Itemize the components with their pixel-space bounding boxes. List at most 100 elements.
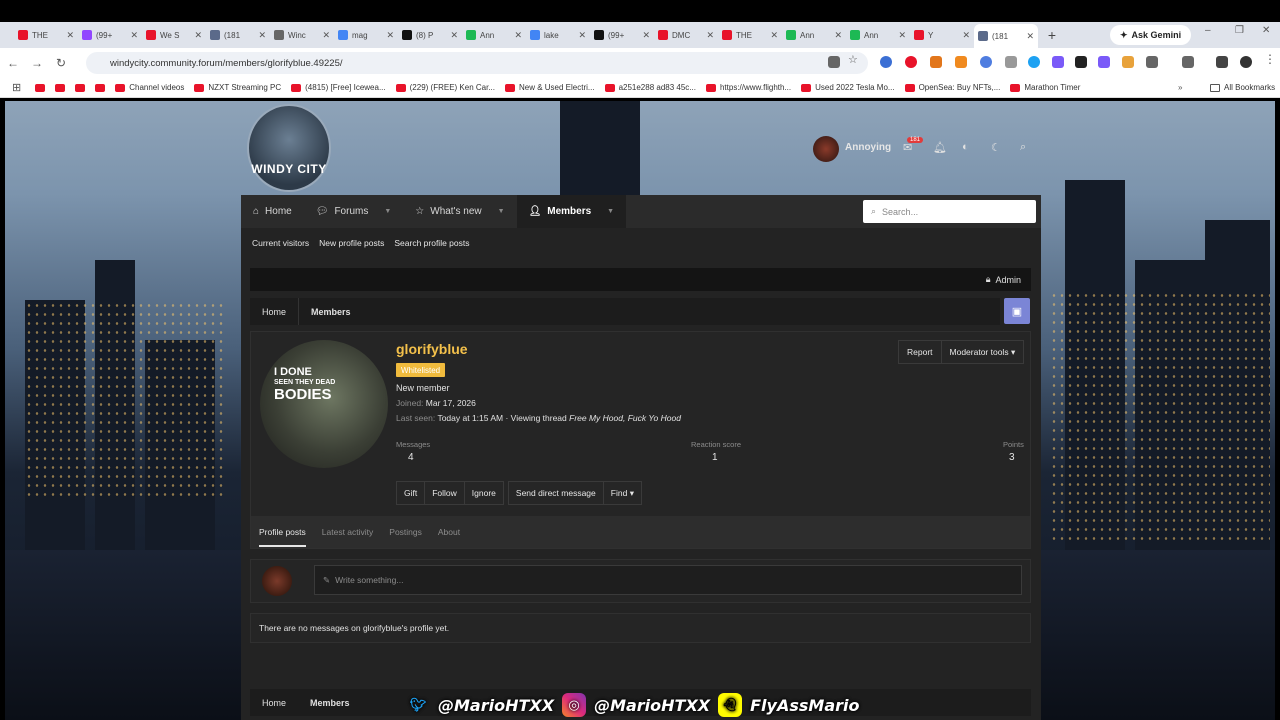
user-avatar[interactable] (813, 136, 839, 162)
bookmark-item[interactable]: (229) (FREE) Ken Car... (395, 83, 495, 92)
metamask-icon[interactable] (930, 56, 942, 68)
toggle-icon[interactable]: ◐ (962, 141, 969, 153)
close-tab-icon[interactable]: ✕ (1026, 31, 1034, 42)
browser-tab[interactable]: Ann ✕ (846, 24, 910, 46)
forward-icon[interactable]: → (26, 56, 48, 70)
browser-tab[interactable]: Y ✕ (910, 24, 974, 46)
bookmark-item[interactable]: Marathon Timer (1010, 83, 1080, 92)
close-tab-icon[interactable]: ✕ (194, 30, 202, 41)
find-button[interactable]: Find ▾ (602, 482, 641, 504)
browser-tab[interactable]: (8) P ✕ (398, 24, 462, 46)
extension-icon[interactable] (1005, 56, 1017, 68)
close-tab-icon[interactable]: ✕ (386, 30, 394, 41)
bookmark-item[interactable]: New & Used Electri... (504, 83, 595, 92)
chat-button[interactable]: ▣ (1004, 298, 1030, 324)
new-tab-icon[interactable]: + (1042, 27, 1062, 43)
breadcrumb-home[interactable]: Home (250, 298, 298, 325)
nav-members[interactable]: 👤︎ Members ▼ (516, 195, 627, 228)
close-tab-icon[interactable]: ✕ (258, 30, 266, 41)
ask-gemini-button[interactable]: ✦ Ask Gemini (1110, 25, 1192, 45)
apps-grid-icon[interactable]: ⊞ (12, 81, 21, 94)
search-icon[interactable]: ⌕ (1020, 141, 1026, 154)
more-bookmarks-icon[interactable]: » (1178, 83, 1182, 92)
moderator-tools-button[interactable]: Moderator tools ▾ (940, 341, 1024, 363)
moon-icon[interactable]: ☾ (991, 141, 1001, 154)
browser-tab[interactable]: We S ✕ (142, 24, 206, 46)
close-tab-icon[interactable]: ✕ (514, 30, 522, 41)
site-logo[interactable]: WINDY CITY (247, 104, 331, 192)
nav-forums[interactable]: 💬︎ Forums ▼ (304, 195, 404, 228)
profile-avatar-icon[interactable] (1240, 56, 1252, 68)
last-seen-thread-link[interactable]: Free My Hood, Fuck Yo Hood (569, 413, 681, 423)
stat-messages-value[interactable]: 4 (408, 452, 414, 463)
extension-icon[interactable] (980, 56, 992, 68)
bookmark-item[interactable]: OpenSea: Buy NFTs,... (904, 83, 1000, 92)
browser-tab[interactable]: (181 ✕ (206, 24, 270, 46)
extension-icon[interactable] (880, 56, 892, 68)
close-tab-icon[interactable]: ✕ (642, 30, 650, 41)
bookmark-item[interactable]: Used 2022 Tesla Mo... (801, 83, 895, 92)
breadcrumb-members[interactable]: Members (298, 698, 362, 708)
bookmark-icon-only[interactable] (35, 83, 46, 92)
chevron-down-icon[interactable]: ▼ (607, 208, 614, 215)
follow-button[interactable]: Follow (424, 482, 464, 504)
browser-tab[interactable]: (99+ ✕ (590, 24, 654, 46)
close-window-icon[interactable]: ✕ (1262, 25, 1270, 36)
bookmark-icon-only[interactable] (95, 83, 106, 92)
admin-link[interactable]: Admin (995, 275, 1021, 285)
extension-icon[interactable] (1098, 56, 1110, 68)
close-tab-icon[interactable]: ✕ (66, 30, 74, 41)
star-icon[interactable]: ☆ (848, 53, 860, 66)
user-avatar[interactable] (262, 566, 292, 596)
extension-icon[interactable] (1075, 56, 1087, 68)
report-button[interactable]: Report (899, 341, 941, 363)
menu-icon[interactable]: ⋮ (1264, 52, 1276, 66)
breadcrumb-home[interactable]: Home (250, 698, 298, 708)
nav-whats-new[interactable]: ☆ What's new ▼ (403, 195, 516, 228)
stat-reaction-value[interactable]: 1 (712, 452, 718, 463)
chevron-down-icon[interactable]: ▼ (384, 208, 391, 215)
profile-tab[interactable]: Latest activity (322, 527, 374, 537)
sidebar-icon[interactable] (1182, 56, 1194, 68)
extension-icon[interactable] (1122, 56, 1134, 68)
browser-tab[interactable]: Ann ✕ (462, 24, 526, 46)
bookmark-item[interactable]: Channel videos (115, 83, 184, 92)
browser-tab[interactable]: DMC ✕ (654, 24, 718, 46)
username-link[interactable]: Annoying (845, 142, 891, 153)
stat-points-value[interactable]: 3 (1009, 452, 1015, 463)
profile-tab[interactable]: About (438, 527, 460, 537)
extension-icon[interactable] (905, 56, 917, 68)
search-input[interactable]: ⌕ Search... (863, 200, 1036, 223)
bookmark-item[interactable]: (4815) [Free] Icewea... (291, 83, 386, 92)
bookmark-icon-only[interactable] (75, 83, 86, 92)
bookmark-item[interactable]: a251e288 ad83 45c... (604, 83, 696, 92)
subnav-link[interactable]: New profile posts (319, 238, 384, 248)
chevron-down-icon[interactable]: ▼ (498, 208, 505, 215)
extension-icon[interactable] (955, 56, 967, 68)
close-tab-icon[interactable]: ✕ (322, 30, 330, 41)
media-icon[interactable] (1216, 56, 1228, 68)
nav-home[interactable]: ⌂ Home (241, 195, 304, 228)
close-tab-icon[interactable]: ✕ (130, 30, 138, 41)
bookmark-icon-only[interactable] (55, 83, 66, 92)
extension-icon[interactable] (1028, 56, 1040, 68)
browser-tab[interactable]: THE ✕ (14, 24, 78, 46)
close-tab-icon[interactable]: ✕ (770, 30, 778, 41)
minimize-icon[interactable]: – (1205, 25, 1211, 36)
all-bookmarks[interactable]: All Bookmarks (1210, 83, 1275, 92)
puzzle-icon[interactable] (1146, 56, 1158, 68)
profile-tab[interactable]: Postings (389, 527, 422, 537)
browser-tab[interactable]: Ann ✕ (782, 24, 846, 46)
close-tab-icon[interactable]: ✕ (898, 30, 906, 41)
close-tab-icon[interactable]: ✕ (962, 30, 970, 41)
bookmark-item[interactable]: https://www.flighth... (705, 83, 791, 92)
browser-tab[interactable]: THE ✕ (718, 24, 782, 46)
restore-icon[interactable]: ❐ (1235, 25, 1244, 36)
profile-tab[interactable]: Profile posts (259, 517, 306, 547)
subnav-link[interactable]: Search profile posts (394, 238, 469, 248)
url-field[interactable]: windycity.community.forum/members/glorif… (86, 52, 868, 74)
browser-tab[interactable]: mag ✕ (334, 24, 398, 46)
ignore-button[interactable]: Ignore (463, 482, 503, 504)
gift-button[interactable]: Gift (397, 482, 424, 504)
close-tab-icon[interactable]: ✕ (834, 30, 842, 41)
